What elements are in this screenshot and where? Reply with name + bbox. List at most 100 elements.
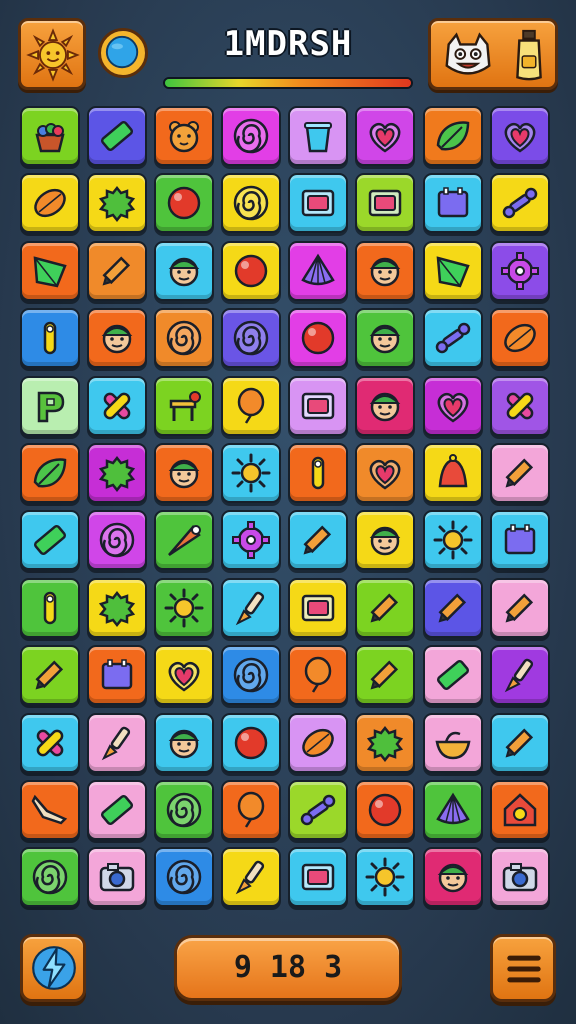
tile-r5-c8[interactable]	[489, 375, 550, 436]
tile-r1-c1[interactable]	[20, 106, 80, 166]
tile-r8-c1[interactable]	[20, 577, 80, 638]
tile-r6-c7[interactable]	[422, 442, 483, 503]
tile-r3-c4[interactable]	[221, 240, 282, 301]
tile-r3-c2[interactable]	[87, 240, 148, 301]
tile-r10-c4[interactable]	[221, 712, 282, 773]
tile-r7-c1[interactable]	[20, 510, 80, 571]
tile-r2-c6[interactable]	[355, 173, 416, 234]
tile-r6-c4[interactable]	[221, 442, 282, 503]
tile-r8-c3[interactable]	[154, 577, 215, 638]
tile-r2-c3[interactable]	[154, 173, 215, 234]
tile-r6-c2[interactable]	[87, 442, 148, 503]
tile-r7-c2[interactable]	[87, 510, 148, 571]
tile-r4-c7[interactable]	[422, 308, 483, 369]
tile-r11-c1[interactable]	[20, 779, 80, 840]
tile-r2-c5[interactable]	[288, 173, 349, 234]
tile-r6-c1[interactable]	[20, 442, 80, 503]
menu-button[interactable]	[490, 934, 556, 1002]
tile-r11-c6[interactable]	[355, 779, 416, 840]
tile-r4-c6[interactable]	[355, 308, 416, 369]
tile-r7-c5[interactable]	[288, 510, 349, 571]
tile-r4-c1[interactable]	[20, 308, 80, 369]
tile-r2-c1[interactable]	[20, 173, 80, 234]
tile-r4-c4[interactable]	[221, 308, 282, 369]
tile-r1-c2[interactable]	[87, 106, 148, 166]
tile-r3-c6[interactable]	[355, 240, 416, 301]
tile-r5-c6[interactable]	[355, 375, 416, 436]
tile-r9-c3[interactable]	[154, 645, 215, 706]
globe-button[interactable]	[98, 28, 148, 78]
tile-r2-c4[interactable]	[221, 173, 282, 234]
tile-r8-c8[interactable]	[489, 577, 550, 638]
tile-r6-c6[interactable]	[355, 442, 416, 503]
tile-r1-c3[interactable]	[154, 106, 215, 166]
tile-r6-c5[interactable]	[288, 442, 349, 503]
tile-r3-c7[interactable]	[422, 240, 483, 301]
tile-r12-c7[interactable]	[422, 847, 483, 908]
tile-r10-c7[interactable]	[422, 712, 483, 773]
tile-r8-c2[interactable]	[87, 577, 148, 638]
tile-r3-c5[interactable]	[288, 240, 349, 301]
tile-r10-c6[interactable]	[355, 712, 416, 773]
tile-r11-c7[interactable]	[422, 779, 483, 840]
tile-r10-c1[interactable]	[20, 712, 80, 773]
lightning-button[interactable]	[20, 934, 86, 1002]
tile-r11-c2[interactable]	[87, 779, 148, 840]
tile-r7-c8[interactable]	[489, 510, 550, 571]
tile-r5-c7[interactable]	[422, 375, 483, 436]
tile-r6-c3[interactable]	[154, 442, 215, 503]
tile-r11-c8[interactable]	[489, 779, 550, 840]
tile-r10-c2[interactable]	[87, 712, 148, 773]
tile-r7-c3[interactable]	[154, 510, 215, 571]
tile-r4-c5[interactable]	[288, 308, 349, 369]
tile-r10-c5[interactable]	[288, 712, 349, 773]
tile-r5-c3[interactable]	[154, 375, 215, 436]
tile-r11-c3[interactable]	[154, 779, 215, 840]
tile-r5-c2[interactable]	[87, 375, 148, 436]
tile-r3-c1[interactable]	[20, 240, 80, 301]
sun-button[interactable]	[18, 18, 86, 90]
tile-r2-c2[interactable]	[87, 173, 148, 234]
tile-r9-c8[interactable]	[489, 645, 550, 706]
tile-r7-c4[interactable]	[221, 510, 282, 571]
tile-r9-c5[interactable]	[288, 645, 349, 706]
tile-r6-c8[interactable]	[489, 442, 550, 503]
tile-r12-c1[interactable]	[20, 847, 80, 908]
tile-r12-c6[interactable]	[355, 847, 416, 908]
tile-r3-c3[interactable]	[154, 240, 215, 301]
tile-r1-c6[interactable]	[355, 106, 416, 166]
tile-r8-c4[interactable]	[221, 577, 282, 638]
tile-r12-c2[interactable]	[87, 847, 148, 908]
tile-r5-c1[interactable]	[20, 375, 80, 436]
tile-r2-c8[interactable]	[489, 173, 550, 234]
tile-r9-c4[interactable]	[221, 645, 282, 706]
tile-r4-c2[interactable]	[87, 308, 148, 369]
tile-r3-c8[interactable]	[489, 240, 550, 301]
tile-r9-c2[interactable]	[87, 645, 148, 706]
tile-r1-c8[interactable]	[489, 106, 550, 166]
tile-r9-c6[interactable]	[355, 645, 416, 706]
tile-r7-c7[interactable]	[422, 510, 483, 571]
tile-r12-c8[interactable]	[489, 847, 550, 908]
tile-r5-c5[interactable]	[288, 375, 349, 436]
tile-r11-c4[interactable]	[221, 779, 282, 840]
tile-r1-c5[interactable]	[288, 106, 349, 166]
tile-r8-c6[interactable]	[355, 577, 416, 638]
tile-r1-c7[interactable]	[422, 106, 483, 166]
tile-r7-c6[interactable]	[355, 510, 416, 571]
tile-r12-c5[interactable]	[288, 847, 349, 908]
tile-r5-c4[interactable]	[221, 375, 282, 436]
character-button[interactable]	[428, 18, 558, 90]
tile-r8-c7[interactable]	[422, 577, 483, 638]
tile-r11-c5[interactable]	[288, 779, 349, 840]
tile-r4-c3[interactable]	[154, 308, 215, 369]
tile-r9-c1[interactable]	[20, 645, 80, 706]
tile-r12-c4[interactable]	[221, 847, 282, 908]
tile-r2-c7[interactable]	[422, 173, 483, 234]
tile-r10-c8[interactable]	[489, 712, 550, 773]
tile-r1-c4[interactable]	[221, 106, 282, 166]
tile-r4-c8[interactable]	[489, 308, 550, 369]
tile-r10-c3[interactable]	[154, 712, 215, 773]
tile-r12-c3[interactable]	[154, 847, 215, 908]
tile-r9-c7[interactable]	[422, 645, 483, 706]
